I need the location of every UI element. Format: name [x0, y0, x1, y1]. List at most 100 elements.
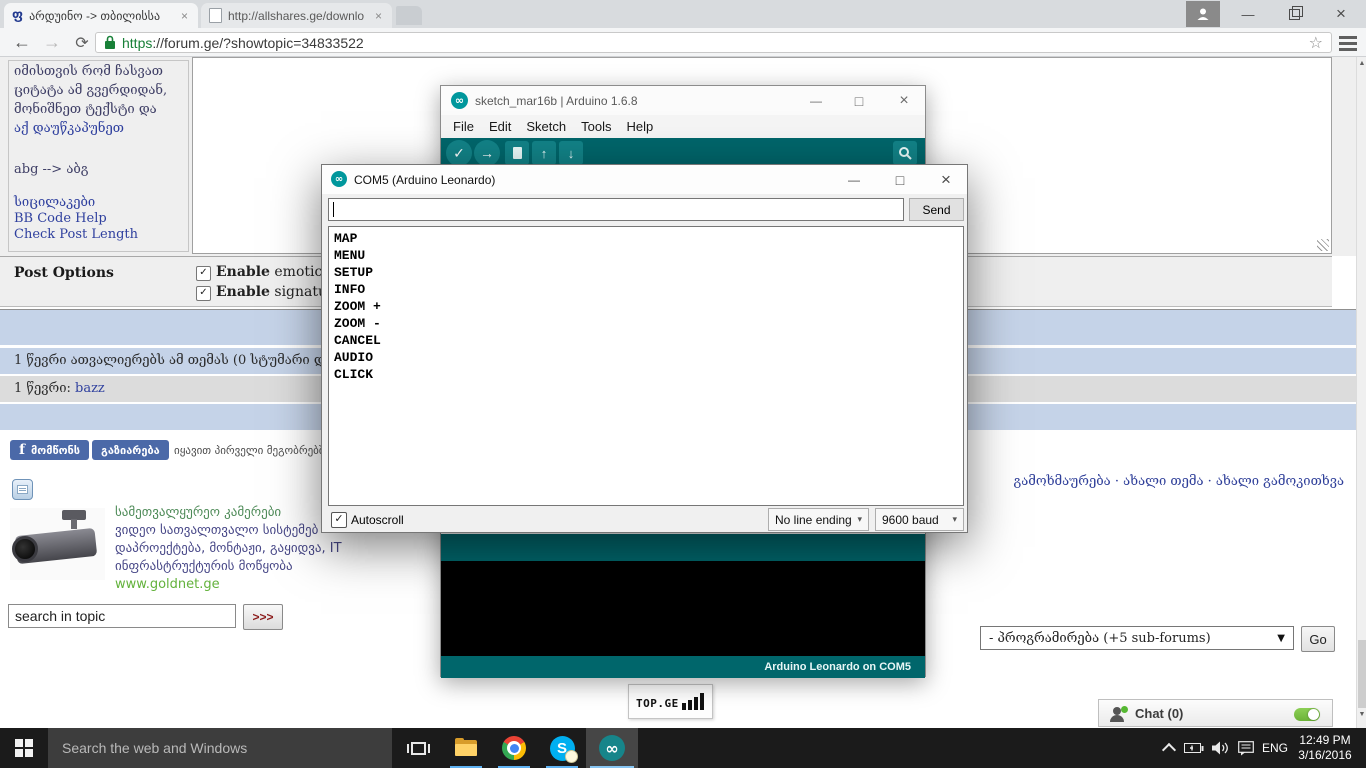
- taskbar-clock[interactable]: 12:49 PM 3/16/2016: [1290, 728, 1360, 768]
- search-submit-button[interactable]: >>>: [243, 604, 283, 630]
- serial-input-field[interactable]: [328, 198, 904, 221]
- verify-button[interactable]: ✓: [446, 140, 472, 166]
- sidebar-link-postlength[interactable]: Check Post Length: [14, 227, 138, 242]
- enable-emoticons-checkbox[interactable]: ✓: [196, 266, 211, 281]
- ad-title[interactable]: სამეთვალყურეო კამერები: [115, 505, 281, 520]
- serial-output[interactable]: MAP MENU SETUP INFO ZOOM + ZOOM - CANCEL…: [328, 226, 964, 506]
- facebook-share-button[interactable]: გაზიარება: [92, 440, 169, 460]
- forward-button[interactable]: →: [38, 29, 66, 56]
- language-indicator[interactable]: ENG: [1258, 728, 1292, 768]
- chat-label: Chat (0): [1135, 706, 1184, 721]
- upload-button[interactable]: →: [474, 140, 500, 166]
- arduino-close-button[interactable]: ×: [883, 86, 925, 115]
- browser-tab-bar: ფ არდუინო -> თბილისსა × http://allshares…: [0, 0, 1366, 28]
- new-tab-button[interactable]: [396, 6, 422, 25]
- tab-title: http://allshares.ge/downlo: [228, 8, 365, 23]
- action-center-button[interactable]: [1234, 728, 1258, 768]
- chat-person-icon: [1113, 707, 1121, 715]
- open-sketch-button[interactable]: ↑: [532, 141, 556, 165]
- forum-jump-select[interactable]: - პროგრამირება (+5 sub-forums) ▼: [980, 626, 1294, 650]
- taskbar-search-input[interactable]: [48, 728, 392, 768]
- bbcode-keyboard-icon[interactable]: [12, 479, 33, 500]
- serial-maximize-button[interactable]: □: [880, 165, 920, 194]
- serial-titlebar[interactable]: ∞ COM5 (Arduino Leonardo) — □ ×: [322, 165, 967, 194]
- scrollbar-thumb[interactable]: [1358, 640, 1366, 708]
- menu-edit[interactable]: Edit: [489, 119, 511, 134]
- save-sketch-button[interactable]: ↓: [559, 141, 583, 165]
- members-text: 1 წევრი: bazz: [14, 381, 105, 396]
- sidebar-text-line: ციტატა ამ გვერდიდან,: [14, 83, 168, 98]
- bookmark-star-icon[interactable]: ☆: [1309, 33, 1323, 53]
- dropdown-caret-icon: ▼: [1277, 632, 1285, 644]
- tab-close-icon[interactable]: ×: [373, 9, 384, 23]
- sidebar-quote-link[interactable]: აქ დაუწკაპუნეთ: [14, 121, 124, 136]
- autoscroll-checkbox[interactable]: ✓: [331, 512, 347, 528]
- chrome-button[interactable]: [492, 728, 536, 768]
- address-bar[interactable]: https://forum.ge/?showtopic=34833522 ☆: [95, 32, 1332, 53]
- start-button[interactable]: [0, 728, 48, 768]
- new-sketch-button[interactable]: [505, 141, 529, 165]
- sidebar-link-smileys[interactable]: სიცილაკები: [14, 195, 95, 210]
- arduino-maximize-button[interactable]: □: [840, 86, 878, 115]
- browser-close-button[interactable]: ×: [1320, 0, 1362, 28]
- battery-indicator[interactable]: [1182, 728, 1206, 768]
- arduino-titlebar[interactable]: ∞ sketch_mar16b | Arduino 1.6.8 — □ ×: [441, 86, 925, 115]
- arduino-taskbar-button[interactable]: ∞: [586, 728, 638, 768]
- facebook-like-button[interactable]: f მომწონს: [10, 440, 90, 460]
- chrome-icon: [502, 736, 526, 760]
- serial-close-button[interactable]: ×: [925, 165, 967, 194]
- share-label: გაზიარება: [101, 443, 160, 457]
- skype-button[interactable]: S: [540, 728, 584, 768]
- ad-camera-image[interactable]: [10, 508, 105, 580]
- restore-icon: [1288, 5, 1303, 20]
- scroll-up-icon[interactable]: ▲: [1357, 60, 1366, 67]
- tray-expand-button[interactable]: [1158, 728, 1180, 768]
- menu-sketch[interactable]: Sketch: [526, 119, 566, 134]
- magnifier-icon: [899, 147, 912, 160]
- forum-jump-go-button[interactable]: Go: [1301, 626, 1335, 652]
- search-in-topic-input[interactable]: [8, 604, 236, 628]
- menu-file[interactable]: File: [453, 119, 474, 134]
- skype-status-dot: [564, 749, 578, 763]
- chat-toggle[interactable]: [1294, 708, 1320, 721]
- profile-button[interactable]: [1186, 1, 1220, 27]
- tab-allshares[interactable]: http://allshares.ge/downlo ×: [201, 3, 392, 28]
- menu-help[interactable]: Help: [626, 119, 653, 134]
- baud-rate-dropdown[interactable]: 9600 baud ▾: [875, 508, 964, 531]
- send-button[interactable]: Send: [909, 198, 964, 221]
- sidebar-link-bbcode[interactable]: BB Code Help: [14, 211, 107, 226]
- battery-icon: [1184, 743, 1204, 753]
- ad-url-link[interactable]: www.goldnet.ge: [115, 577, 220, 592]
- arduino-minimize-button[interactable]: —: [797, 86, 835, 115]
- tab-forum-ge[interactable]: ფ არდუინო -> თბილისსა ×: [4, 3, 198, 28]
- volume-button[interactable]: [1208, 728, 1232, 768]
- scroll-down-icon[interactable]: ▼: [1357, 711, 1366, 718]
- enable-signature-checkbox[interactable]: ✓: [196, 286, 211, 301]
- browser-restore-button[interactable]: [1273, 0, 1315, 28]
- topge-badge[interactable]: TOP.GE: [628, 684, 713, 719]
- taskbar: S ∞: [0, 728, 1366, 768]
- person-icon: [1197, 8, 1209, 20]
- member-link-bazz[interactable]: bazz: [75, 381, 105, 396]
- tab-close-icon[interactable]: ×: [179, 9, 190, 23]
- topic-action-links[interactable]: გამოხმაურება · ახალი თემა · ახალი გამოკი…: [1014, 474, 1344, 489]
- file-explorer-button[interactable]: [444, 728, 488, 768]
- textarea-resize-handle[interactable]: [1317, 239, 1329, 251]
- chat-widget[interactable]: Chat (0): [1098, 699, 1333, 727]
- baud-rate-value: 9600 baud: [882, 512, 939, 527]
- line-ending-value: No line ending: [775, 512, 852, 527]
- reload-button[interactable]: ⟳: [68, 29, 96, 56]
- serial-line: SETUP: [334, 265, 374, 280]
- browser-minimize-button[interactable]: —: [1227, 0, 1269, 28]
- browser-menu-button[interactable]: [1339, 36, 1357, 39]
- line-ending-dropdown[interactable]: No line ending ▾: [768, 508, 869, 531]
- forum-ge-favicon-icon: ფ: [12, 8, 24, 23]
- menu-tools[interactable]: Tools: [581, 119, 611, 134]
- task-view-button[interactable]: [396, 728, 440, 768]
- serial-line: CANCEL: [334, 333, 381, 348]
- serial-monitor-button[interactable]: [893, 141, 917, 165]
- sidebar-text-line: მონიშნეთ ტექსტი და: [14, 102, 157, 117]
- page-scrollbar[interactable]: ▲ ▼: [1356, 57, 1366, 728]
- back-button[interactable]: ←: [8, 29, 36, 56]
- serial-minimize-button[interactable]: —: [834, 165, 874, 194]
